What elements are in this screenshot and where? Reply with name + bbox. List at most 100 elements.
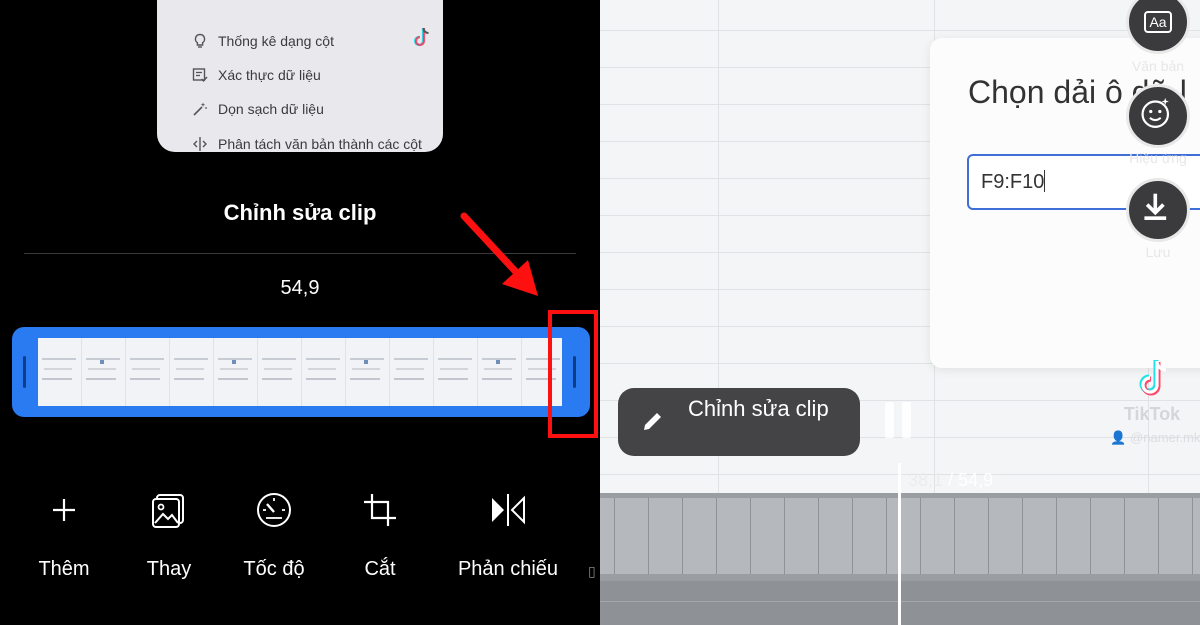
frame-divider: [614, 498, 615, 574]
magic-wand-icon: [193, 102, 207, 116]
thumb-line: [438, 378, 468, 380]
pause-icon: [885, 402, 894, 438]
crop-icon: [364, 494, 396, 526]
frame-divider: [750, 498, 751, 574]
thumb-line: [44, 368, 72, 370]
tiktok-logo-icon: [1139, 360, 1167, 396]
frame-divider: [1022, 498, 1023, 574]
thumb-line: [306, 378, 336, 380]
menu-item-split-text: Phân tách văn bản thành các cột: [192, 132, 422, 152]
clip-thumbnail-strip: [38, 338, 562, 406]
frame-divider: [682, 498, 683, 574]
plus-icon: [53, 499, 75, 521]
thumb-line: [88, 368, 116, 370]
thumb-line: [174, 358, 208, 360]
thumb-line: [220, 368, 248, 370]
thumb-line: [130, 378, 160, 380]
tool-label: Phản chiếu: [457, 558, 559, 580]
thumb-line: [396, 368, 424, 370]
thumb-mark: [496, 360, 500, 364]
tool-label: Thay: [146, 558, 192, 580]
menu-item-column-stats: Thống kê dạng cột: [192, 29, 334, 53]
thumb-line: [308, 368, 336, 370]
frame-divider: [784, 498, 785, 574]
menu-item-data-validation: Xác thực dữ liệu: [192, 63, 321, 87]
edit-clip-button[interactable]: Chỉnh sửa clip: [618, 388, 860, 456]
speedometer-icon: [257, 493, 291, 527]
thumb-line: [86, 378, 116, 380]
thumb-line: [394, 358, 428, 360]
clip-thumbnail: [346, 338, 390, 406]
clip-thumbnail: [170, 338, 214, 406]
face-effect-icon: [1141, 97, 1170, 128]
save-button[interactable]: [1126, 178, 1190, 242]
download-icon: [1144, 193, 1167, 220]
more-tools-edge: ▯: [588, 563, 596, 579]
tool-label: Tốc độ: [243, 558, 305, 580]
effects-button-label: Hiệu ứng: [1129, 150, 1187, 166]
frame-divider: [954, 498, 955, 574]
menu-item-clean-data: Dọn sạch dữ liệu: [192, 97, 324, 121]
frame-divider: [852, 498, 853, 574]
handle-grip: [23, 356, 26, 388]
crop-button[interactable]: Cắt: [330, 490, 430, 600]
clip-thumbnail: [214, 338, 258, 406]
frame-divider: [648, 498, 649, 574]
tiktok-watermark-name: TikTok: [1123, 404, 1181, 424]
save-button-label: Lưu: [1145, 244, 1171, 260]
split-columns-icon: [193, 137, 207, 151]
replace-button[interactable]: Thay: [119, 490, 219, 600]
thumb-mark: [100, 360, 104, 364]
effects-button[interactable]: [1126, 84, 1190, 148]
clip-thumbnail: [302, 338, 346, 406]
mirror-icon: [492, 494, 525, 526]
lightbulb-icon: [194, 33, 206, 48]
thumb-line: [440, 368, 468, 370]
thumb-mark: [364, 360, 368, 364]
data-validation-icon: [192, 68, 208, 83]
replace-image-icon: [152, 494, 184, 528]
playhead[interactable]: [898, 463, 901, 625]
thumb-line: [42, 378, 72, 380]
thumb-mark: [232, 360, 236, 364]
clip-thumbnail: [258, 338, 302, 406]
clip-thumbnail: [38, 338, 82, 406]
pause-button[interactable]: [883, 402, 915, 438]
speed-button[interactable]: Tốc độ: [224, 490, 324, 600]
thumb-line: [352, 368, 380, 370]
frame-divider: [1158, 498, 1159, 574]
tool-label: Thêm: [38, 558, 90, 580]
total-time: 54,9: [958, 470, 994, 490]
menu-item-label: Thống kê dạng cột: [218, 33, 334, 49]
thumb-line: [176, 368, 204, 370]
trim-handle-start[interactable]: [12, 327, 38, 417]
thumb-line: [130, 358, 164, 360]
annotation-highlight-box: [548, 310, 598, 438]
thumb-line: [438, 358, 472, 360]
thumb-line: [306, 358, 340, 360]
clip-editor-panel: Thống kê dạng cột Xác thực dữ liệu Dọn s…: [0, 0, 600, 625]
pause-icon: [902, 402, 911, 438]
mirror-button[interactable]: Phản chiếu: [453, 490, 563, 600]
clip-thumbnail: [126, 338, 170, 406]
menu-item-label: Phân tách văn bản thành các cột: [218, 136, 422, 152]
thumb-line: [132, 368, 160, 370]
add-button[interactable]: Thêm: [14, 490, 114, 600]
clip-thumbnail: [434, 338, 478, 406]
video-player: Chọn dải ô dữ l F9:F10 Aa Văn bản Hiệu ứ…: [600, 0, 1200, 625]
text-button-label: Văn bản: [1131, 58, 1185, 74]
frame-divider: [818, 498, 819, 574]
frame-divider: [1124, 498, 1125, 574]
text-aa-icon: Aa: [1144, 11, 1172, 33]
thumb-line: [262, 358, 296, 360]
frame-divider: [1192, 498, 1193, 574]
tiktok-watermark-icon: [413, 27, 429, 47]
grid-line: [600, 30, 1200, 31]
clip-thumbnail: [390, 338, 434, 406]
frame-divider: [716, 498, 717, 574]
edit-clip-label: Chỉnh sửa clip: [688, 396, 829, 421]
thumb-line: [218, 378, 248, 380]
clip-thumbnail: [82, 338, 126, 406]
video-preview: Thống kê dạng cột Xác thực dữ liệu Dọn s…: [157, 0, 443, 152]
frame-divider: [988, 498, 989, 574]
